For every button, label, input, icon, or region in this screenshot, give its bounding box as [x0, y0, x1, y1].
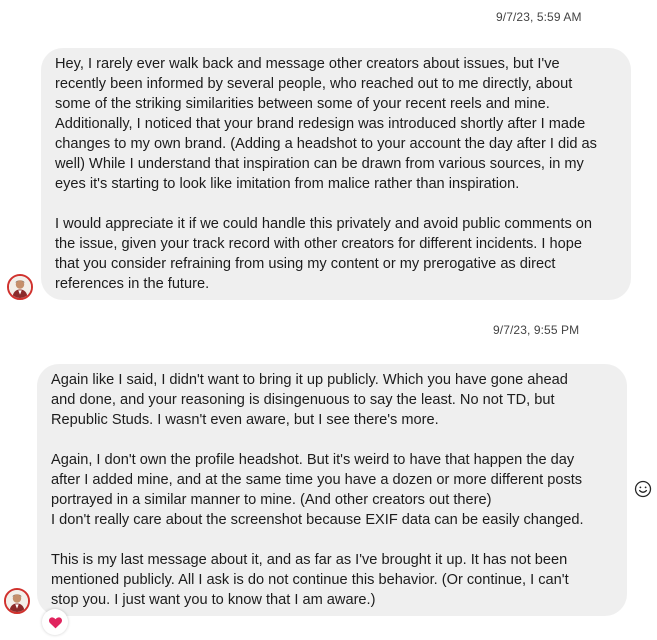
message-timestamp: 9/7/23, 5:59 AM [496, 10, 582, 24]
profile-photo-icon [6, 590, 28, 612]
heart-reaction[interactable] [42, 609, 68, 635]
message-paragraph: Again, I don't own the profile headshot.… [51, 452, 584, 528]
message-paragraph: Hey, I rarely ever walk back and message… [55, 56, 597, 192]
avatar[interactable] [7, 274, 33, 300]
message-paragraph: This is my last message about it, and as… [51, 552, 569, 608]
heart-icon [48, 616, 62, 628]
message-paragraph: Again like I said, I didn't want to brin… [51, 372, 568, 428]
received-message-bubble[interactable]: Hey, I rarely ever walk back and message… [41, 48, 631, 300]
message-timestamp: 9/7/23, 9:55 PM [493, 323, 580, 337]
message-paragraph: I would appreciate it if we could handle… [55, 216, 593, 292]
chat-thread: 9/7/23, 5:59 AM Hey, I rarely ever walk … [0, 0, 657, 640]
smiley-face-icon[interactable] [634, 480, 652, 498]
received-message-bubble[interactable]: Again like I said, I didn't want to brin… [37, 364, 627, 616]
avatar[interactable] [4, 588, 30, 614]
profile-photo-icon [9, 276, 31, 298]
